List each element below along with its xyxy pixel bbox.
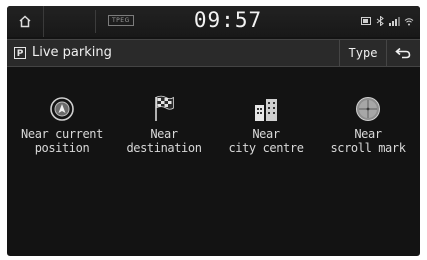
city-centre-icon (255, 99, 277, 121)
signal-icon (389, 16, 400, 26)
option-near-city-centre[interactable]: Near city centre (215, 92, 317, 155)
option-label: Near destination (126, 127, 202, 155)
type-button[interactable]: Type (339, 40, 387, 66)
back-arrow-icon (395, 47, 411, 59)
option-label: Near city centre (228, 127, 304, 155)
bluetooth-icon (376, 16, 384, 26)
display-frame: TPEG 09:57 P Live parking Type Near curr… (7, 6, 420, 256)
back-button[interactable] (386, 40, 420, 66)
parking-icon: P (14, 47, 26, 59)
destination-flag-icon (155, 95, 174, 121)
page-title: Live parking (32, 45, 112, 60)
scroll-mark-icon (356, 97, 380, 121)
status-bar: TPEG 09:57 (7, 6, 420, 37)
search-options: Near current position Near destination N… (7, 66, 420, 186)
option-near-current-position[interactable]: Near current position (11, 92, 113, 155)
title-bar: P Live parking Type (7, 39, 420, 67)
current-position-icon (50, 97, 74, 121)
option-near-scroll-mark[interactable]: Near scroll mark (317, 92, 419, 155)
tpeg-indicator: TPEG (108, 15, 134, 26)
option-label: Near scroll mark (330, 127, 406, 155)
home-icon (19, 15, 31, 28)
home-button[interactable] (7, 6, 44, 37)
status-separator (95, 10, 96, 33)
status-icons (361, 16, 414, 26)
screen: TPEG 09:57 P Live parking Type Near curr… (0, 0, 427, 260)
clock: 09:57 (193, 8, 263, 32)
battery-icon (361, 17, 371, 25)
option-label: Near current position (21, 127, 103, 155)
option-near-destination[interactable]: Near destination (113, 92, 215, 155)
wifi-icon (404, 17, 414, 25)
